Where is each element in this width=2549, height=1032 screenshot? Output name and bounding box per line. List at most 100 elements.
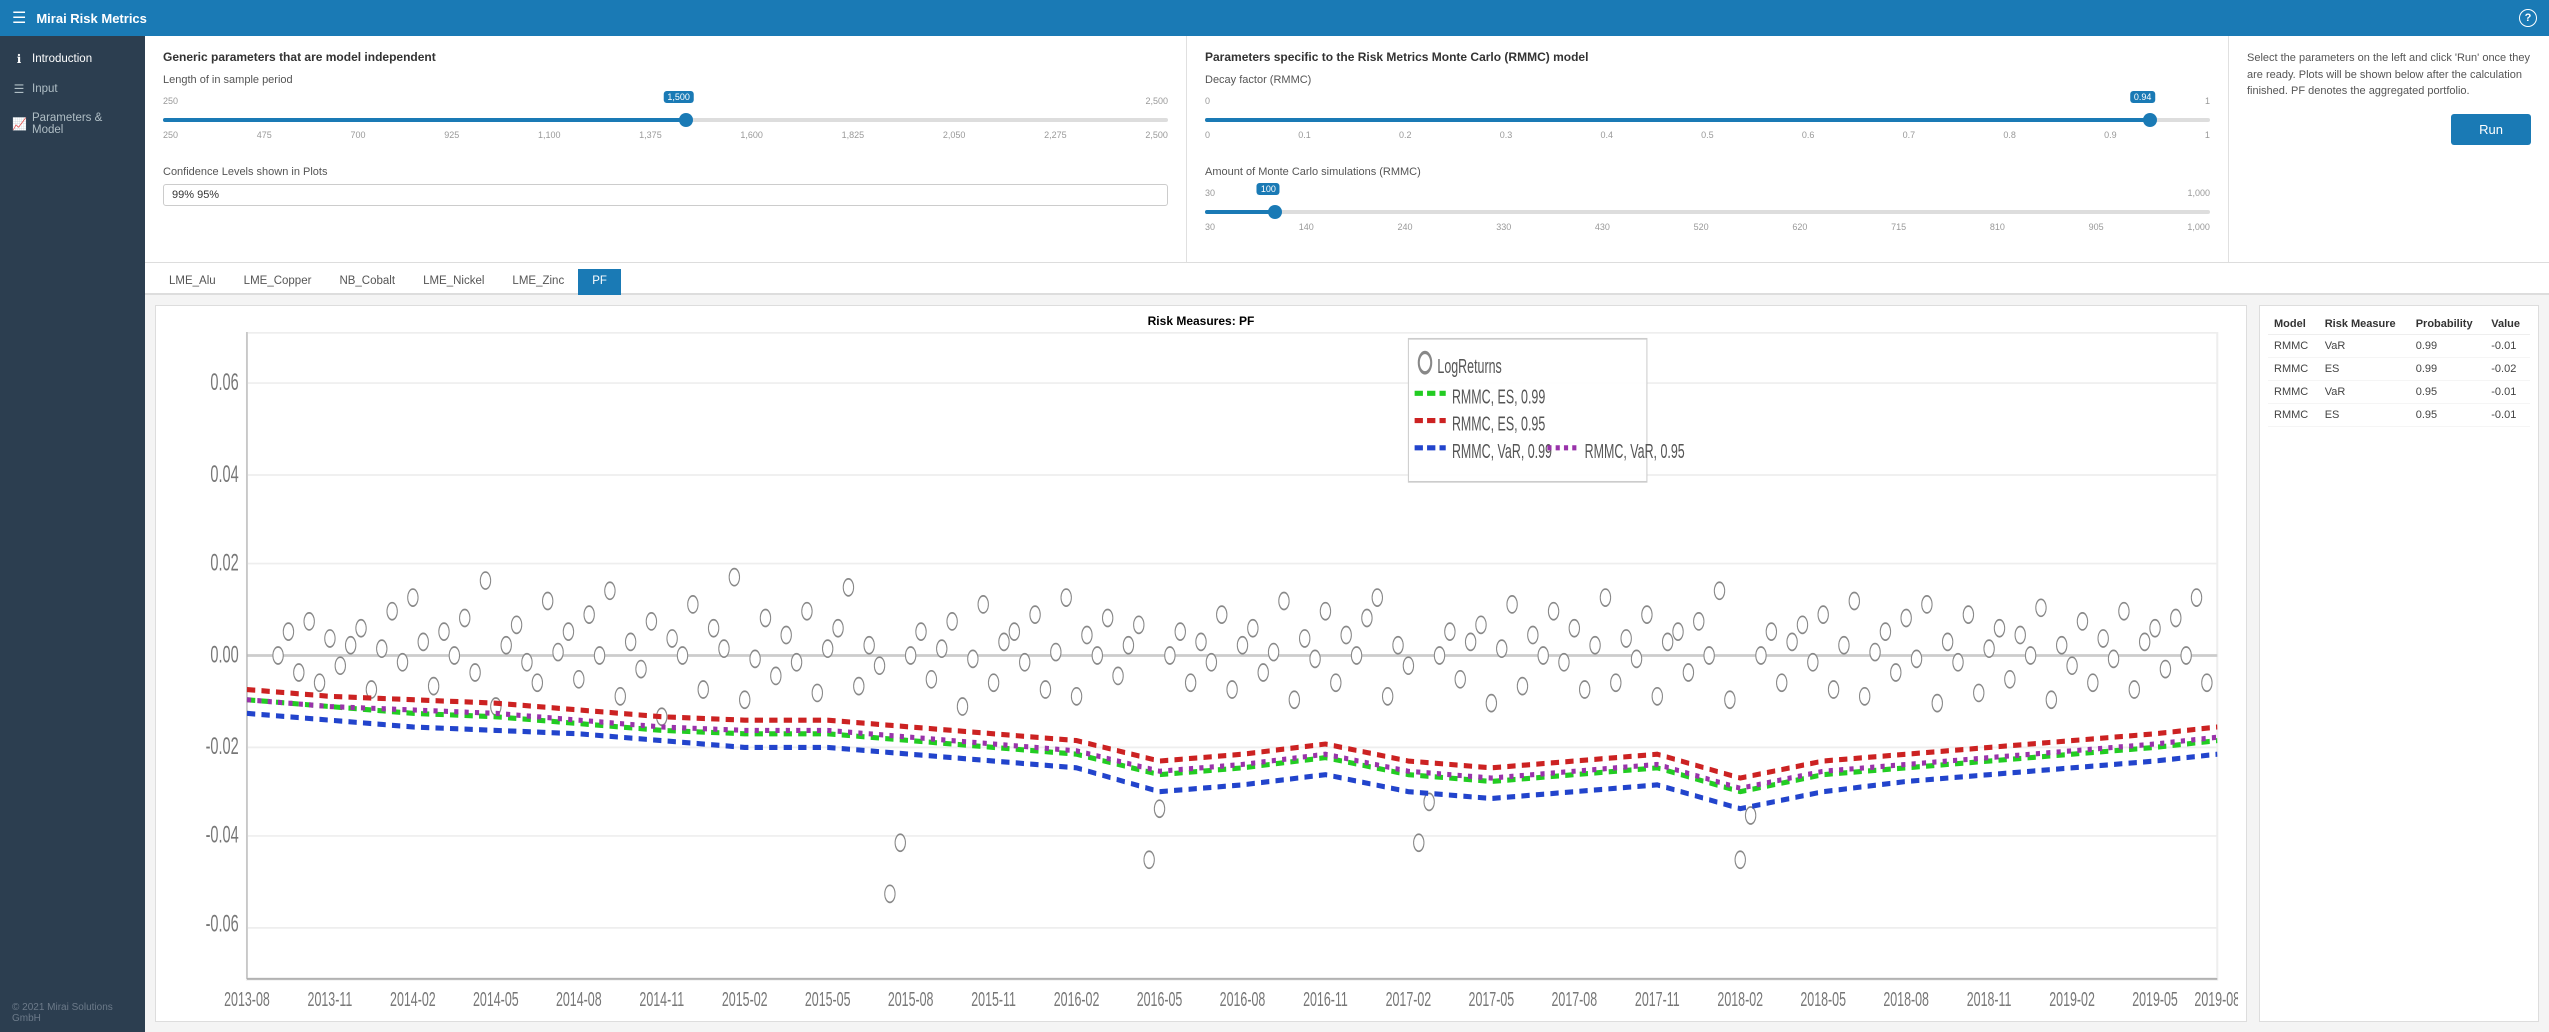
sidebar-item-input[interactable]: ☰ Input [0, 74, 145, 104]
conf-input[interactable] [163, 184, 1168, 206]
svg-text:0.04: 0.04 [210, 461, 238, 488]
in-sample-thumb[interactable]: 1,500 [679, 113, 693, 127]
tab-pf[interactable]: PF [578, 269, 621, 295]
svg-text:2016-05: 2016-05 [1137, 988, 1183, 1011]
chart-icon: 📈 [12, 117, 26, 131]
in-sample-ends: 250 2,500 [163, 96, 1168, 106]
svg-text:LogReturns: LogReturns [1437, 355, 1501, 378]
svg-text:RMMC, VaR, 0.95: RMMC, VaR, 0.95 [1585, 440, 1685, 463]
tab-nb-cobalt[interactable]: NB_Cobalt [325, 269, 409, 295]
sidebar-item-label: Input [32, 83, 58, 95]
in-sample-track[interactable]: 1,500 250 2,500 [163, 118, 1168, 122]
svg-text:-0.06: -0.06 [206, 911, 239, 938]
run-button[interactable]: Run [2451, 114, 2531, 145]
svg-text:RMMC, ES, 0.95: RMMC, ES, 0.95 [1452, 413, 1545, 436]
svg-text:2017-02: 2017-02 [1386, 988, 1432, 1011]
sidebar-footer: © 2021 Mirai Solutions GmbH [0, 994, 145, 1032]
cell-value: -0.02 [2485, 358, 2530, 381]
svg-text:2016-02: 2016-02 [1054, 988, 1100, 1011]
svg-text:2014-11: 2014-11 [639, 988, 684, 1011]
table-row: RMMC VaR 0.99 -0.01 [2268, 335, 2530, 358]
in-sample-label: Length of in sample period [163, 74, 1168, 86]
topbar: ☰ Mirai Risk Metrics ? [0, 0, 2549, 36]
sidebar-item-label: Parameters & Model [32, 112, 133, 136]
decay-fill [1205, 118, 2150, 122]
in-sample-fill [163, 118, 686, 122]
svg-text:2019-02: 2019-02 [2049, 988, 2095, 1011]
col-value: Value [2485, 314, 2530, 335]
svg-text:2016-11: 2016-11 [1303, 988, 1348, 1011]
svg-text:RMMC, VaR, 0.99: RMMC, VaR, 0.99 [1452, 440, 1552, 463]
svg-text:2015-05: 2015-05 [805, 988, 851, 1011]
cell-probability: 0.99 [2410, 335, 2486, 358]
mc-label: Amount of Monte Carlo simulations (RMMC) [1205, 166, 2210, 178]
main-chart-svg: 0.06 0.04 0.02 0.00 -0.02 -0.04 -0.06 [164, 332, 2238, 1013]
svg-text:2015-02: 2015-02 [722, 988, 768, 1011]
rmmc-params-title: Parameters specific to the Risk Metrics … [1205, 50, 2210, 64]
cell-measure: ES [2319, 404, 2410, 427]
svg-text:2017-11: 2017-11 [1635, 988, 1680, 1011]
sidebar: ℹ Introduction ☰ Input 📈 Parameters & Mo… [0, 36, 145, 1032]
chart-container: Risk Measures: PF 0.06 [155, 305, 2247, 1022]
sidebar-item-introduction[interactable]: ℹ Introduction [0, 44, 145, 74]
cell-probability: 0.95 [2410, 404, 2486, 427]
chart-title: Risk Measures: PF [164, 314, 2238, 328]
svg-text:2018-02: 2018-02 [1717, 988, 1763, 1011]
cell-model: RMMC [2268, 358, 2319, 381]
chart-canvas-area: 0.06 0.04 0.02 0.00 -0.02 -0.04 -0.06 [164, 332, 2238, 1013]
svg-text:2014-05: 2014-05 [473, 988, 519, 1011]
risk-measures-table: Model Risk Measure Probability Value RMM… [2268, 314, 2530, 427]
app-title: Mirai Risk Metrics [36, 11, 147, 26]
chart-area: Risk Measures: PF 0.06 [145, 295, 2549, 1022]
decay-label: Decay factor (RMMC) [1205, 74, 2210, 86]
mc-ends: 30 1,000 [1205, 188, 2210, 198]
svg-text:-0.02: -0.02 [206, 734, 239, 761]
svg-text:-0.04: -0.04 [206, 822, 239, 849]
generic-params-title: Generic parameters that are model indepe… [163, 50, 1168, 64]
cell-measure: VaR [2319, 335, 2410, 358]
mc-track[interactable]: 100 30 1,000 [1205, 210, 2210, 214]
cell-measure: ES [2319, 358, 2410, 381]
table-row: RMMC VaR 0.95 -0.01 [2268, 381, 2530, 404]
mc-thumb[interactable]: 100 [1268, 205, 1282, 219]
risk-table-area: Model Risk Measure Probability Value RMM… [2259, 305, 2539, 1022]
mc-fill [1205, 210, 1275, 214]
svg-text:2019-05: 2019-05 [2132, 988, 2178, 1011]
help-icon[interactable]: ? [2519, 9, 2537, 27]
tabs-area: LME_Alu LME_Copper NB_Cobalt LME_Nickel … [145, 263, 2549, 295]
cell-model: RMMC [2268, 335, 2319, 358]
table-row: RMMC ES 0.95 -0.01 [2268, 404, 2530, 427]
cell-model: RMMC [2268, 404, 2319, 427]
generic-params-panel: Generic parameters that are model indepe… [145, 36, 1187, 262]
col-probability: Probability [2410, 314, 2486, 335]
sidebar-item-parameters-model[interactable]: 📈 Parameters & Model [0, 104, 145, 144]
tab-lme-zinc[interactable]: LME_Zinc [498, 269, 578, 295]
decay-ticks: 00.10.20.30.40.50.60.70.80.91 [1205, 130, 2210, 140]
decay-thumb[interactable]: 0.94 [2143, 113, 2157, 127]
cell-model: RMMC [2268, 381, 2319, 404]
col-model: Model [2268, 314, 2319, 335]
table-row: RMMC ES 0.99 -0.02 [2268, 358, 2530, 381]
tab-lme-copper[interactable]: LME_Copper [230, 269, 326, 295]
col-risk-measure: Risk Measure [2319, 314, 2410, 335]
svg-text:2013-08: 2013-08 [224, 988, 270, 1011]
svg-text:0.06: 0.06 [210, 369, 238, 396]
decay-track[interactable]: 0.94 0 1 [1205, 118, 2210, 122]
rmmc-params-panel: Parameters specific to the Risk Metrics … [1187, 36, 2229, 262]
svg-text:2016-08: 2016-08 [1220, 988, 1266, 1011]
tab-lme-alu[interactable]: LME_Alu [155, 269, 230, 295]
bottom-spacer [145, 1022, 2549, 1032]
decay-slider-container: 0.94 0 1 00.10.20.30.40.50.60.70.80.91 [1205, 92, 2210, 156]
sidebar-item-label: Introduction [32, 53, 92, 65]
in-sample-slider-container: 1,500 250 2,500 2504757009251,1001,3751,… [163, 92, 1168, 156]
tab-lme-nickel[interactable]: LME_Nickel [409, 269, 498, 295]
mc-slider-container: 100 30 1,000 301402403304305206207158109… [1205, 184, 2210, 248]
hamburger-icon[interactable]: ☰ [12, 8, 26, 28]
cell-measure: VaR [2319, 381, 2410, 404]
mc-ticks: 301402403304305206207158109051,000 [1205, 222, 2210, 232]
cell-probability: 0.95 [2410, 381, 2486, 404]
cell-value: -0.01 [2485, 381, 2530, 404]
svg-text:2018-11: 2018-11 [1967, 988, 2012, 1011]
svg-text:0.00: 0.00 [210, 642, 238, 669]
run-panel: Select the parameters on the left and cl… [2229, 36, 2549, 262]
